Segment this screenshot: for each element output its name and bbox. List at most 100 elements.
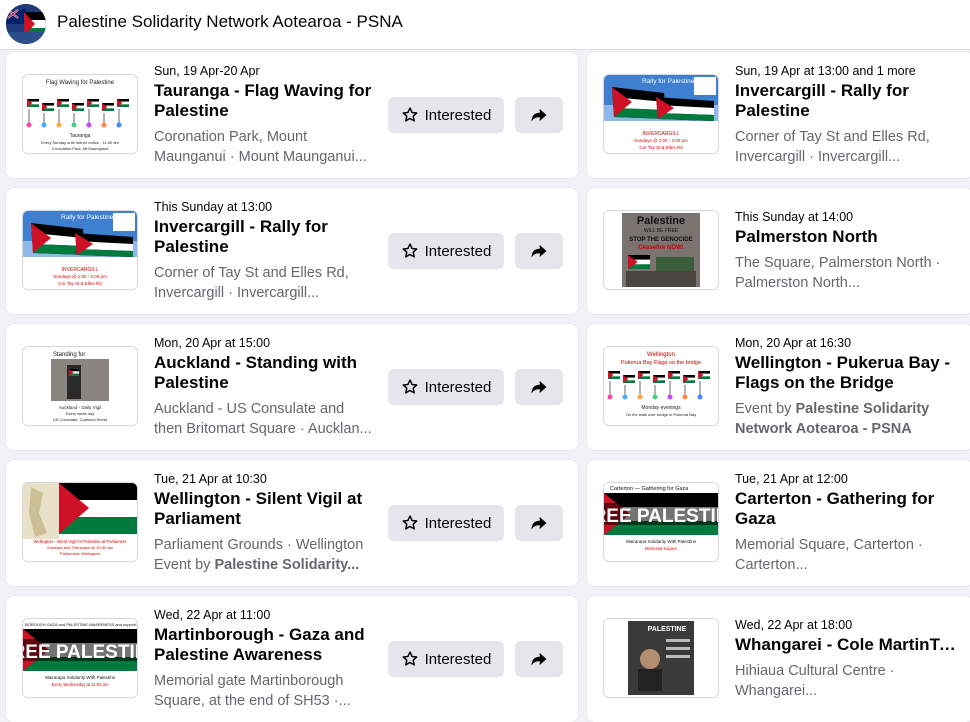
svg-text:Ceasefire NOW!: Ceasefire NOW!	[638, 245, 683, 251]
event-location-line: Square, at the end of SH53 ·...	[154, 693, 351, 709]
event-location: Auckland - US Consulate and then Britomar…	[154, 399, 379, 439]
event-thumbnail[interactable]: Wellington - Silent Vigil for Palestine …	[22, 482, 138, 562]
event-title[interactable]: Wellington - Silent Vigil at Parliament	[154, 489, 379, 529]
svg-text:US Consulate, Customs Street: US Consulate, Customs Street	[53, 417, 108, 422]
event-card[interactable]: Palestine WILL BE FREE STOP THE GENOCIDE Ce…	[587, 188, 970, 314]
event-location-line: Whangarei...	[735, 683, 818, 699]
event-host-name[interactable]: Palestine Solidarity	[795, 401, 929, 417]
event-thumbnail[interactable]: Carterton — Gathering for Gaza REE PALEST…	[603, 482, 719, 562]
share-button[interactable]	[515, 369, 563, 405]
svg-text:INVERCARGILL: INVERCARGILL	[643, 131, 680, 137]
event-card[interactable]: Rally for Palestine INVERCARGILL Sundays @…	[587, 52, 970, 178]
event-location-line: Palmerston North...	[735, 275, 860, 291]
event-host-prefix: Event by	[154, 557, 215, 573]
share-icon	[530, 514, 548, 532]
event-card[interactable]: Wellington - Silent Vigil for Palestine …	[6, 460, 578, 586]
share-button[interactable]	[515, 97, 563, 133]
svg-text:Wairarapa Solidarity With Pale: Wairarapa Solidarity With Palestine	[45, 675, 116, 680]
event-title[interactable]: Wellington - Pukerua Bay - Flags on the B…	[735, 353, 960, 393]
event-title[interactable]: Carterton - Gathering for Gaza	[735, 489, 960, 529]
svg-text:Carterton — Gathering for Gaza: Carterton — Gathering for Gaza	[610, 486, 689, 492]
page-title[interactable]: Palestine Solidarity Network Aotearoa - …	[57, 12, 403, 32]
star-icon	[401, 242, 419, 260]
event-card[interactable]: Standing for Auckland - Daily Vigil Every…	[6, 324, 578, 450]
event-title-line: Palestine	[154, 101, 229, 120]
interested-button[interactable]: Interested	[388, 233, 504, 269]
event-card[interactable]: Wellington Pukerua Bay Flags on the bridg…	[587, 324, 970, 450]
svg-text:Flag Waving for Palestine: Flag Waving for Palestine	[46, 80, 115, 86]
event-location-line: Invercargill · Invercargill...	[735, 149, 901, 165]
event-thumbnail[interactable]: Wellington Pukerua Bay Flags on the bridg…	[603, 346, 719, 426]
share-button[interactable]	[515, 505, 563, 541]
svg-text:Cnr Tay St & Elles Rd: Cnr Tay St & Elles Rd	[58, 281, 102, 286]
event-card[interactable]: PALESTINE Wed, 22 Apr at 18:00 Whangarei -…	[587, 596, 970, 722]
svg-text:Wairarapa Solidarity With Pale: Wairarapa Solidarity With Palestine	[626, 539, 697, 544]
event-date: Wed, 22 Apr at 18:00	[735, 618, 853, 632]
interested-label: Interested	[424, 650, 492, 668]
event-thumbnail[interactable]: Rally for Palestine INVERCARGILL Sundays @…	[603, 74, 719, 154]
event-title-line: Palestine Awareness	[154, 645, 323, 664]
event-title-line: Carterton - Gathering for	[735, 489, 935, 508]
share-icon	[530, 650, 548, 668]
interested-button[interactable]: Interested	[388, 505, 504, 541]
star-icon	[401, 106, 419, 124]
svg-text:Coronation Park, Mt Maunganui: Coronation Park, Mt Maunganui	[52, 146, 109, 151]
svg-text:Monday evenings: Monday evenings	[641, 405, 681, 411]
svg-text:Every week day: Every week day	[66, 411, 94, 416]
svg-text:Standing for: Standing for	[53, 352, 85, 358]
event-title-line: Wellington - Pukerua Bay -	[735, 353, 951, 372]
svg-text:PALESTINE: PALESTINE	[648, 626, 687, 633]
interested-label: Interested	[424, 242, 492, 260]
event-date: Mon, 20 Apr at 16:30	[735, 336, 852, 350]
event-host-name[interactable]: Network Aotearoa - PSNA	[735, 421, 912, 437]
event-title[interactable]: Martinborough - Gaza and Palestine Awaren…	[154, 625, 379, 665]
event-title[interactable]: Invercargill - Rally for Palestine	[735, 81, 960, 121]
event-thumbnail[interactable]: Standing for Auckland - Daily Vigil Every…	[22, 346, 138, 426]
interested-label: Interested	[424, 378, 492, 396]
share-button[interactable]	[515, 233, 563, 269]
event-location-line: The Square, Palmerston North ·	[735, 255, 941, 271]
event-title[interactable]: Whangarei - Cole MartinTalk	[735, 635, 960, 655]
svg-text:Every Sunday until further not: Every Sunday until further notice - 11:0…	[41, 140, 119, 145]
event-thumbnail[interactable]: PALESTINE	[603, 618, 719, 698]
svg-text:Memorial Square: Memorial Square	[645, 546, 678, 551]
share-icon	[530, 378, 548, 396]
event-card[interactable]: Carterton — Gathering for Gaza REE PALEST…	[587, 460, 970, 586]
svg-text:On the walk over bridge in Puk: On the walk over bridge in Pukerua Bay	[626, 412, 696, 417]
event-thumbnail[interactable]: Flag Waving for Palestine TaurangaEvery	[22, 74, 138, 154]
event-title[interactable]: Invercargill - Rally for Palestine	[154, 217, 379, 257]
event-location: Corner of Tay St and Elles Rd, Invercargi…	[154, 263, 379, 303]
svg-text:REE PALESTIN: REE PALESTIN	[604, 506, 718, 527]
event-title[interactable]: Tauranga - Flag Waving for Palestine	[154, 81, 379, 121]
event-thumbnail[interactable]: Rally for Palestine INVERCARGILL Sundays @…	[22, 210, 138, 290]
event-thumbnail[interactable]: BOROUGH GAZA and PALESTINE AWARENESS and…	[22, 618, 138, 698]
svg-text:Rally for Palestine: Rally for Palestine	[61, 214, 114, 221]
event-title-line: Parliament	[154, 509, 241, 528]
event-title[interactable]: Auckland - Standing with Palestine	[154, 353, 379, 393]
interested-button[interactable]: Interested	[388, 641, 504, 677]
svg-text:Sundays @ 1:00 - 2:00 pm: Sundays @ 1:00 - 2:00 pm	[634, 138, 688, 143]
event-title-line: Palestine	[154, 237, 229, 256]
event-date: Tue, 21 Apr at 12:00	[735, 472, 848, 486]
event-title-line: Auckland - Standing with	[154, 353, 358, 372]
interested-button[interactable]: Interested	[388, 97, 504, 133]
event-title[interactable]: Palmerston North	[735, 227, 960, 247]
event-date: This Sunday at 13:00	[154, 200, 273, 214]
event-card[interactable]: Flag Waving for Palestine TaurangaEvery	[6, 52, 578, 178]
event-location: Coronation Park, Mount Maunganui · Mount …	[154, 127, 379, 167]
svg-text:REE PALESTIN: REE PALESTIN	[23, 642, 137, 663]
event-location: Parliament Grounds · Wellington Event by …	[154, 535, 379, 575]
event-card[interactable]: BOROUGH GAZA and PALESTINE AWARENESS and…	[6, 596, 578, 722]
event-thumbnail[interactable]: Palestine WILL BE FREE STOP THE GENOCIDE Ce…	[603, 210, 719, 290]
event-date: Sun, 19 Apr-20 Apr	[154, 64, 260, 78]
interested-button[interactable]: Interested	[388, 369, 504, 405]
event-title-line: Martinborough - Gaza and	[154, 625, 365, 644]
event-location-line: Memorial gate Martinborough	[154, 673, 344, 689]
event-card[interactable]: Rally for Palestine INVERCARGILL Sundays @…	[6, 188, 578, 314]
event-title-line: Gaza	[735, 509, 776, 528]
page-avatar[interactable]	[6, 4, 46, 44]
share-button[interactable]	[515, 641, 563, 677]
event-title-line: Invercargill - Rally for	[735, 81, 909, 100]
event-host-name[interactable]: Palestine Solidarity...	[214, 557, 359, 573]
svg-text:Sundays @ 1:00 - 2:00 pm: Sundays @ 1:00 - 2:00 pm	[53, 274, 107, 279]
